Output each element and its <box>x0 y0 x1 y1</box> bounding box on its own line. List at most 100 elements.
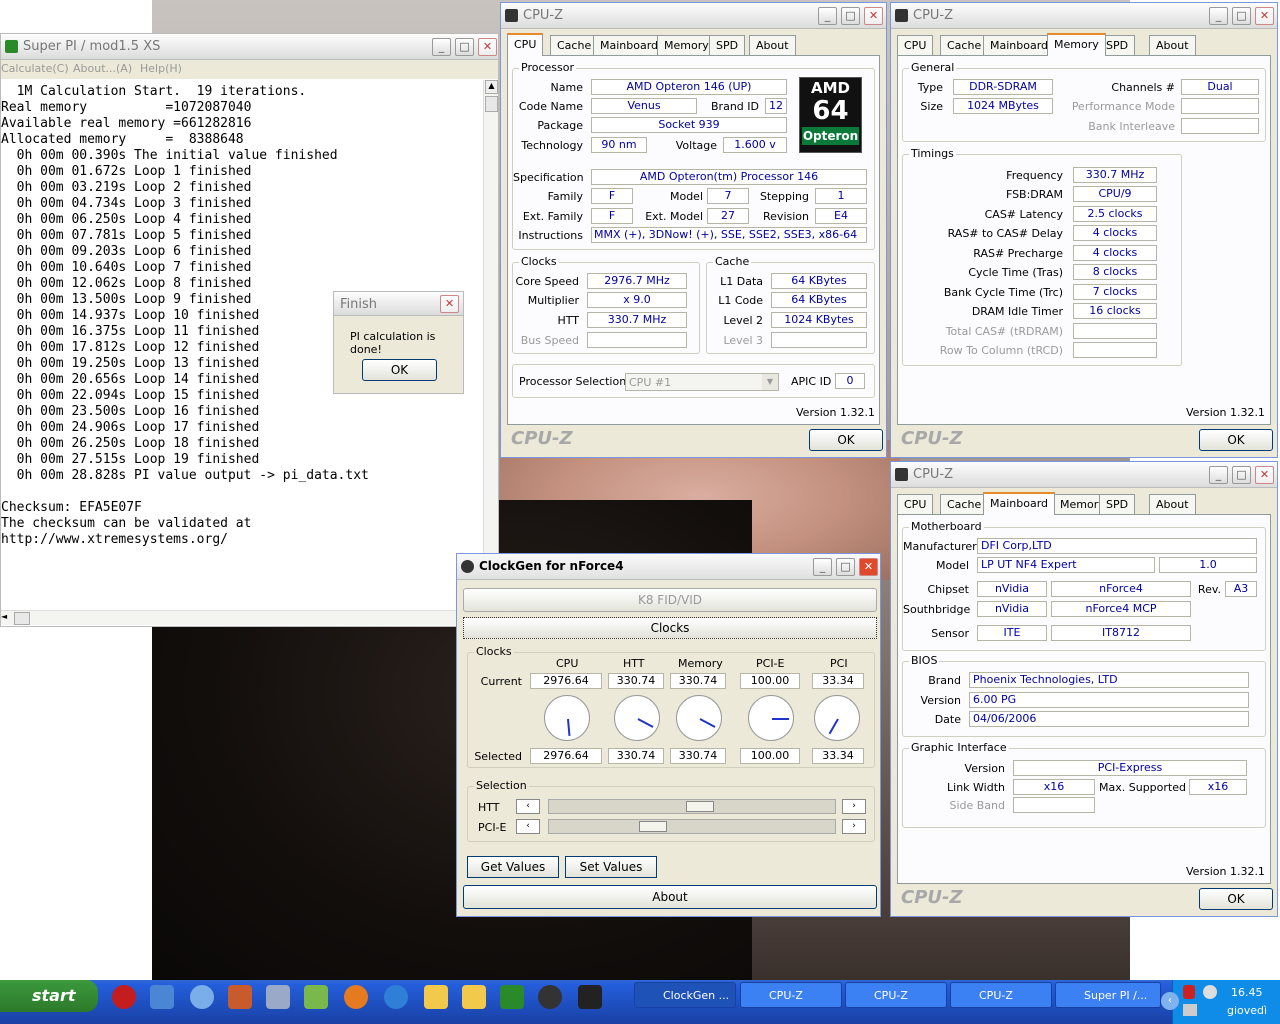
menu-about[interactable]: About...(A) <box>73 62 132 75</box>
task-cpuz-3[interactable]: CPU-Z <box>950 982 1052 1008</box>
get-values-button[interactable]: Get Values <box>467 856 559 878</box>
chevron-down-icon[interactable]: ▼ <box>762 374 778 390</box>
folder-icon[interactable] <box>424 985 448 1009</box>
maximize-button[interactable]: □ <box>1232 7 1251 25</box>
tab-cpu[interactable]: CPU <box>897 494 934 514</box>
folder-icon-2[interactable] <box>462 985 486 1009</box>
stack-icon[interactable] <box>228 985 252 1009</box>
tab-memory[interactable]: Memory <box>1047 33 1106 56</box>
minimize-button[interactable]: _ <box>818 7 837 25</box>
clocks-button[interactable]: Clocks <box>463 617 877 639</box>
tab-mainboard[interactable]: Mainboard <box>983 35 1056 55</box>
superpi-launch-icon[interactable] <box>500 985 524 1009</box>
tab-mainboard[interactable]: Mainboard <box>593 35 666 55</box>
set-values-button[interactable]: Set Values <box>565 856 657 878</box>
minimize-button[interactable]: _ <box>432 38 451 56</box>
clockgen-titlebar[interactable]: ClockGen for nForce4 _ □ ✕ <box>457 554 880 580</box>
menu-help[interactable]: Help(H) <box>140 62 182 75</box>
pcie-slider-left-arrow[interactable]: ‹ <box>516 819 540 834</box>
close-button[interactable]: ✕ <box>1255 466 1274 484</box>
tab-about[interactable]: About <box>1149 35 1196 55</box>
internet-explorer-icon[interactable] <box>384 985 408 1009</box>
tab-about[interactable]: About <box>749 35 796 55</box>
close-button[interactable]: ✕ <box>1255 7 1274 25</box>
cpuz-titlebar[interactable]: CPU-Z _ □ ✕ <box>891 462 1277 488</box>
minimize-button[interactable]: _ <box>813 558 832 576</box>
gi-version-value: PCI-Express <box>1013 760 1247 776</box>
tab-cache[interactable]: Cache <box>940 35 989 55</box>
tab-memory[interactable]: Memory <box>657 35 716 55</box>
opera-icon[interactable] <box>112 985 136 1009</box>
recycle-bin-icon[interactable] <box>304 985 328 1009</box>
superpi-titlebar[interactable]: Super PI / mod1.5 XS _ □ ✕ <box>1 34 498 60</box>
ok-button[interactable]: OK <box>1199 888 1273 910</box>
processor-selection-dropdown[interactable]: CPU #1 ▼ <box>625 373 779 391</box>
cpuz-titlebar[interactable]: CPU-Z _ □ ✕ <box>501 3 886 29</box>
technology-value: 90 nm <box>591 137 647 153</box>
htt-dial-hand <box>637 718 654 728</box>
finish-ok-button[interactable]: OK <box>362 359 437 381</box>
tray-volume-icon[interactable] <box>1203 985 1217 999</box>
tab-cache[interactable]: Cache <box>940 494 989 514</box>
about-button[interactable]: About <box>463 885 877 909</box>
max-supported-value: x16 <box>1189 779 1247 795</box>
finish-close-button[interactable]: ✕ <box>440 295 459 313</box>
menu-calculate[interactable]: Calculate(C) <box>1 62 69 75</box>
task-clockgen[interactable]: ClockGen ... <box>634 982 736 1008</box>
family-label: Family <box>547 190 583 203</box>
cpu-chip-icon[interactable] <box>578 985 602 1009</box>
ok-button[interactable]: OK <box>1199 429 1273 451</box>
pcie-slider-thumb[interactable] <box>639 821 667 832</box>
close-button[interactable]: ✕ <box>859 558 878 576</box>
tab-mainboard[interactable]: Mainboard <box>983 492 1056 515</box>
minimize-button[interactable]: _ <box>1209 7 1228 25</box>
task-cpuz-2[interactable]: CPU-Z <box>845 982 947 1008</box>
tray-network-icon[interactable] <box>1183 1004 1197 1016</box>
tray-antivirus-icon[interactable] <box>1183 985 1195 999</box>
cpuz-titlebar[interactable]: CPU-Z _ □ ✕ <box>891 3 1277 29</box>
start-button[interactable]: start <box>0 980 98 1012</box>
maximize-button[interactable]: □ <box>1232 466 1251 484</box>
quick-launch-window-icon[interactable] <box>150 985 174 1009</box>
minimize-button[interactable]: _ <box>1209 466 1228 484</box>
task-superpi[interactable]: Super PI /... <box>1055 982 1161 1008</box>
finish-titlebar[interactable]: Finish ✕ <box>334 292 463 316</box>
tab-spd[interactable]: SPD <box>709 35 746 55</box>
scroll-thumb[interactable] <box>485 96 498 112</box>
tab-cpu[interactable]: CPU <box>897 35 934 55</box>
close-button[interactable]: ✕ <box>478 38 497 56</box>
tray-chevron-icon[interactable]: ‹ <box>1161 992 1179 1010</box>
maximize-button[interactable]: □ <box>836 558 855 576</box>
pcie-slider-right-arrow[interactable]: › <box>842 819 866 834</box>
horizontal-scrollbar[interactable]: ◄ <box>1 610 483 625</box>
ok-button[interactable]: OK <box>809 429 883 451</box>
instructions-label: Instructions <box>518 229 583 242</box>
pcie-slider-track[interactable] <box>548 819 836 834</box>
htt-slider-thumb[interactable] <box>686 801 714 812</box>
chipset-label: Chipset <box>927 583 969 596</box>
output-line: http://www.xtremesystems.org/ <box>1 532 228 547</box>
maximize-button[interactable]: □ <box>455 38 474 56</box>
k8-fid-vid-button[interactable]: K8 FID/VID <box>463 588 877 612</box>
messenger-icon[interactable] <box>190 985 214 1009</box>
tab-about[interactable]: About <box>1149 494 1196 514</box>
htt-slider-track[interactable] <box>548 799 836 814</box>
memory-panel: General Type DDR-SDRAM Size 1024 MBytes … <box>897 55 1271 425</box>
tab-cpu[interactable]: CPU <box>507 33 544 56</box>
htt-slider-left-arrow[interactable]: ‹ <box>516 799 540 814</box>
clockgen-launch-icon[interactable] <box>538 985 562 1009</box>
scroll-up-arrow[interactable]: ▲ <box>485 80 498 94</box>
maximize-button[interactable]: □ <box>841 7 860 25</box>
computer-icon[interactable] <box>266 985 290 1009</box>
scroll-left-arrow[interactable]: ◄ <box>1 612 13 625</box>
tab-cache[interactable]: Cache <box>550 35 599 55</box>
hscroll-thumb[interactable] <box>14 612 30 625</box>
htt-slider-right-arrow[interactable]: › <box>842 799 866 814</box>
tab-spd[interactable]: SPD <box>1099 494 1136 514</box>
voltage-value: 1.600 v <box>723 137 787 153</box>
close-button[interactable]: ✕ <box>864 7 883 25</box>
firefox-icon[interactable] <box>344 985 368 1009</box>
cpuz-app-icon <box>505 9 518 22</box>
vertical-scrollbar[interactable]: ▲ <box>483 80 498 608</box>
task-cpuz-1[interactable]: CPU-Z <box>740 982 842 1008</box>
